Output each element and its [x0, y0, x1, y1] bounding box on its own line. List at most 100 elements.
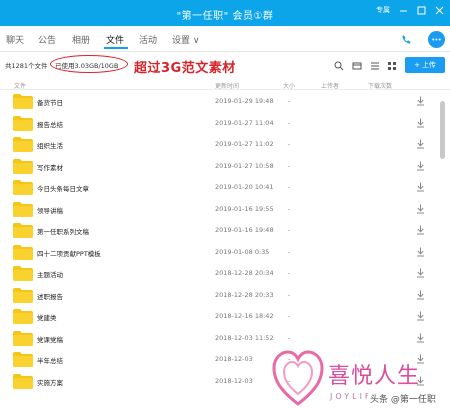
- file-size: -: [288, 97, 291, 105]
- title-bar: "第一任职" 会员①群 专属: [0, 0, 450, 26]
- download-icon[interactable]: [416, 139, 425, 149]
- file-row[interactable]: 组织生活 2019-01-27 11:02 -: [0, 134, 438, 156]
- file-time: 2019-01-08 0:35: [215, 247, 270, 256]
- tab-announcement[interactable]: 公告: [38, 33, 56, 46]
- download-icon[interactable]: [416, 96, 425, 106]
- download-icon[interactable]: [416, 161, 425, 171]
- upload-button[interactable]: + 上传: [405, 57, 445, 73]
- folder-icon: [13, 115, 33, 131]
- folder-icon: [13, 158, 33, 174]
- file-name[interactable]: 写作素材: [37, 162, 63, 172]
- upload-label: 上传: [421, 61, 436, 69]
- folder-icon: [13, 223, 33, 238]
- download-icon[interactable]: [416, 204, 425, 214]
- column-size[interactable]: 大小: [283, 81, 295, 90]
- folder-icon: [13, 201, 33, 217]
- folder-icon: [13, 309, 33, 324]
- tab-album[interactable]: 相册: [72, 33, 90, 46]
- file-time: 2019-01-27 10:58: [215, 161, 274, 170]
- file-row[interactable]: 备货节日 2019-01-29 19:48 -: [0, 91, 438, 113]
- more-button[interactable]: [428, 31, 445, 48]
- file-size: -: [288, 247, 291, 256]
- tab-chat[interactable]: 聊天: [6, 33, 24, 46]
- watermark-credit: 头条 @第一任职: [368, 392, 438, 405]
- download-icon[interactable]: [416, 182, 425, 192]
- download-icon[interactable]: [416, 268, 425, 278]
- tab-files[interactable]: 文件: [106, 33, 124, 46]
- file-row[interactable]: 述职报告 2018-12-28 20:33 -: [0, 285, 438, 307]
- window-controls: 专属: [376, 5, 444, 15]
- folder-icon: [13, 94, 33, 109]
- file-row[interactable]: 第一任职系列文稿 2019-01-16 19:48 -: [0, 220, 438, 242]
- file-row[interactable]: 领导讲稿 2019-01-16 19:55 -: [0, 199, 438, 221]
- file-name[interactable]: 组织生活: [37, 140, 63, 150]
- download-icon[interactable]: [416, 118, 425, 128]
- file-row[interactable]: 报告总结 2019-01-27 11:04 -: [0, 113, 438, 135]
- file-time: 2019-01-29 19:48: [215, 97, 274, 105]
- file-count: 共1281个文件: [5, 62, 48, 70]
- more-icon: [432, 38, 441, 41]
- file-row[interactable]: 党建类 2018-12-16 18:42 -: [0, 306, 438, 328]
- file-size: -: [288, 118, 291, 127]
- file-time: 2018-12-28 20:34: [215, 269, 274, 277]
- file-time: 2018-12-03: [215, 376, 253, 385]
- file-name[interactable]: 报告总结: [37, 119, 63, 129]
- heart-logo-icon: [272, 350, 324, 406]
- file-list-header: 文件 更新时间 大小 上传者 下载次数: [0, 78, 450, 90]
- list-view-icon[interactable]: [370, 61, 380, 71]
- folder-view-icon[interactable]: [352, 61, 362, 71]
- file-row[interactable]: 写作素材 2019-01-27 10:58 -: [0, 156, 438, 178]
- download-icon[interactable]: [416, 225, 425, 235]
- folder-icon: [13, 137, 33, 152]
- phone-icon: [402, 35, 411, 44]
- tab-bar: 聊天 公告 相册 文件 活动 设置 ∨: [0, 26, 450, 52]
- column-downloads[interactable]: 下载次数: [368, 81, 392, 90]
- file-time: 2019-01-16 19:48: [215, 226, 274, 234]
- watermark-brand: 喜悦人生: [328, 364, 421, 389]
- close-icon[interactable]: [434, 5, 444, 15]
- file-time: 2019-01-27 11:04: [215, 118, 274, 127]
- file-row[interactable]: 今日头条每日文章 2019-01-20 10:41 -: [0, 177, 438, 199]
- column-name[interactable]: 文件: [14, 81, 26, 90]
- file-name[interactable]: 党建类: [37, 312, 57, 322]
- file-row[interactable]: 四十二项贡献PPT模板 2019-01-08 0:35 -: [0, 242, 438, 264]
- file-name[interactable]: 实施方案: [37, 377, 63, 387]
- phone-button[interactable]: [398, 31, 415, 48]
- folder-icon: [13, 244, 33, 260]
- column-time[interactable]: 更新时间: [215, 81, 239, 90]
- file-name[interactable]: 述职报告: [37, 291, 63, 301]
- file-name[interactable]: 主题活动: [37, 269, 63, 279]
- file-time: 2018-12-16 18:42: [215, 312, 274, 320]
- file-name[interactable]: 半年总结: [37, 355, 63, 365]
- download-icon[interactable]: [416, 311, 425, 321]
- tab-settings[interactable]: 设置 ∨: [172, 33, 199, 46]
- file-name[interactable]: 领导讲稿: [37, 205, 63, 215]
- file-name[interactable]: 党课党稿: [37, 334, 63, 344]
- file-name[interactable]: 第一任职系列文稿: [37, 226, 89, 236]
- search-icon[interactable]: [334, 61, 344, 71]
- tab-activity[interactable]: 活动: [139, 33, 157, 46]
- file-name[interactable]: 今日头条每日文章: [37, 183, 89, 193]
- folder-icon: [13, 330, 33, 346]
- file-size: -: [288, 312, 291, 320]
- minimize-icon[interactable]: [398, 5, 408, 15]
- watermark: 喜悦人生 JOYLIFE 头条 @第一任职: [268, 340, 450, 412]
- download-icon[interactable]: [416, 290, 425, 300]
- file-row[interactable]: 主题活动 2018-12-28 20:34 -: [0, 263, 438, 285]
- file-name[interactable]: 备货节日: [37, 97, 63, 107]
- column-uploader[interactable]: 上传者: [321, 81, 339, 90]
- folder-icon: [13, 373, 33, 389]
- grid-view-icon[interactable]: [387, 61, 397, 71]
- file-size: -: [288, 269, 291, 277]
- file-name[interactable]: 四十二项贡献PPT模板: [37, 248, 101, 258]
- file-time: 2019-01-20 10:41: [215, 183, 274, 191]
- maximize-icon[interactable]: [416, 5, 426, 15]
- download-icon[interactable]: [416, 247, 425, 257]
- file-size: -: [288, 183, 291, 191]
- active-tab-indicator: [104, 47, 128, 49]
- file-size: -: [288, 226, 291, 234]
- file-time: 2019-01-16 19:55: [215, 204, 274, 213]
- scroll-thumb[interactable]: [440, 101, 445, 159]
- file-size: -: [288, 204, 291, 213]
- file-size: -: [288, 161, 291, 170]
